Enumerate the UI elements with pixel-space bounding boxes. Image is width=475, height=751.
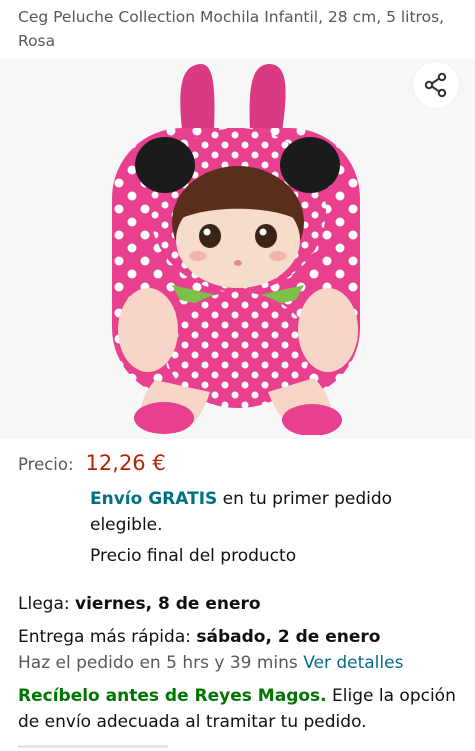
product-title: Ceg Peluche Collection Mochila Infantil,… [18, 8, 445, 50]
fastest-delivery: Entrega más rápida: sábado, 2 de enero [18, 625, 380, 649]
fastest-label: Entrega más rápida: [18, 627, 197, 647]
shipping-info: Envío GRATIS en tu primer pedido elegibl… [90, 486, 460, 538]
product-image-area[interactable] [0, 58, 475, 439]
order-deadline: Haz el pedido en 5 hrs y 39 mins Ver det… [18, 651, 403, 675]
see-details-link[interactable]: Ver detalles [303, 653, 403, 673]
arrival-date: viernes, 8 de enero [75, 594, 261, 614]
promo-message: Recíbelo antes de Reyes Magos. Elige la … [18, 683, 458, 735]
free-shipping-link[interactable]: Envío GRATIS [90, 489, 217, 509]
divider [18, 745, 168, 748]
delivery-arrival: Llega: viernes, 8 de enero [18, 592, 261, 616]
arrival-label: Llega: [18, 594, 75, 614]
product-image [112, 63, 360, 435]
price-value: 12,26 € [85, 451, 166, 475]
final-price-note: Precio final del producto [90, 546, 297, 566]
price-label: Precio: [18, 455, 74, 474]
share-icon [424, 72, 447, 98]
fastest-date: sábado, 2 de enero [196, 627, 381, 647]
promo-highlight: Recíbelo antes de Reyes Magos. [18, 686, 327, 706]
order-deadline-text: Haz el pedido en 5 hrs y 39 mins [18, 653, 304, 673]
price-row: Precio: 12,26 € [18, 451, 166, 475]
share-button[interactable] [413, 62, 459, 108]
